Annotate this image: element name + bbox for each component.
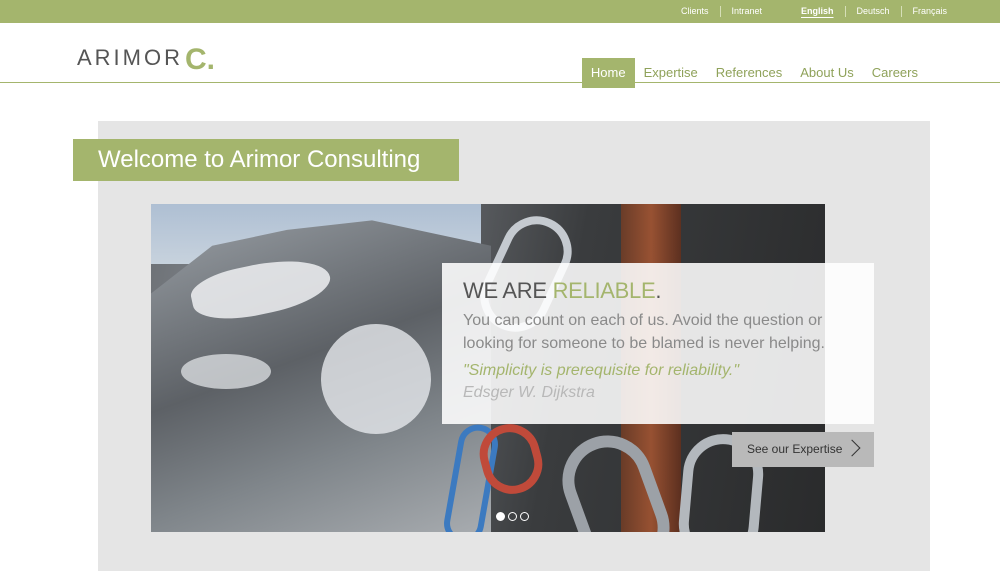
slider-pager: [496, 512, 529, 521]
header-divider: [0, 82, 1000, 83]
snow-patch: [181, 354, 271, 389]
see-expertise-button[interactable]: See our Expertise: [732, 432, 874, 467]
top-bar: Clients Intranet English Deutsch Françai…: [0, 0, 1000, 23]
main-nav: Home Expertise References About Us Caree…: [581, 58, 927, 88]
slide-body: You can count on each of us. Avoid the q…: [463, 312, 825, 352]
logo-mark: C.: [185, 43, 215, 76]
slide-quote-author: Edsger W. Dijkstra: [463, 384, 595, 401]
slide-dot-3[interactable]: [520, 512, 529, 521]
slide-quote: "Simplicity is prerequisite for reliabil…: [463, 362, 740, 379]
language-francais[interactable]: Français: [900, 6, 959, 17]
clients-link[interactable]: Clients: [670, 6, 720, 17]
slide-caption: WE ARE RELIABLE. You can count on each o…: [442, 263, 874, 424]
headline-suffix: .: [655, 278, 662, 303]
slide-headline: WE ARE RELIABLE.: [463, 279, 853, 303]
intranet-link[interactable]: Intranet: [719, 6, 774, 17]
slide-dot-1[interactable]: [496, 512, 505, 521]
headline-highlight: RELIABLE: [552, 278, 656, 303]
language-deutsch[interactable]: Deutsch: [844, 6, 901, 17]
nav-references[interactable]: References: [707, 58, 791, 88]
chevron-right-icon: [843, 439, 861, 457]
utility-links: Clients Intranet: [670, 6, 773, 17]
cta-label: See our Expertise: [747, 442, 843, 456]
snow-patch: [321, 324, 431, 434]
nav-home[interactable]: Home: [581, 58, 635, 88]
slide-dot-2[interactable]: [508, 512, 517, 521]
nav-about-us[interactable]: About Us: [791, 58, 862, 88]
nav-careers[interactable]: Careers: [863, 58, 927, 88]
welcome-title: Welcome to Arimor Consulting: [73, 139, 459, 181]
nav-expertise[interactable]: Expertise: [635, 58, 707, 88]
logo-text: ARIMOR: [77, 45, 183, 70]
language-english[interactable]: English: [790, 6, 845, 17]
logo[interactable]: ARIMOR C.: [77, 37, 215, 75]
language-switcher: English Deutsch Français: [790, 6, 958, 17]
headline-prefix: WE ARE: [463, 278, 553, 303]
